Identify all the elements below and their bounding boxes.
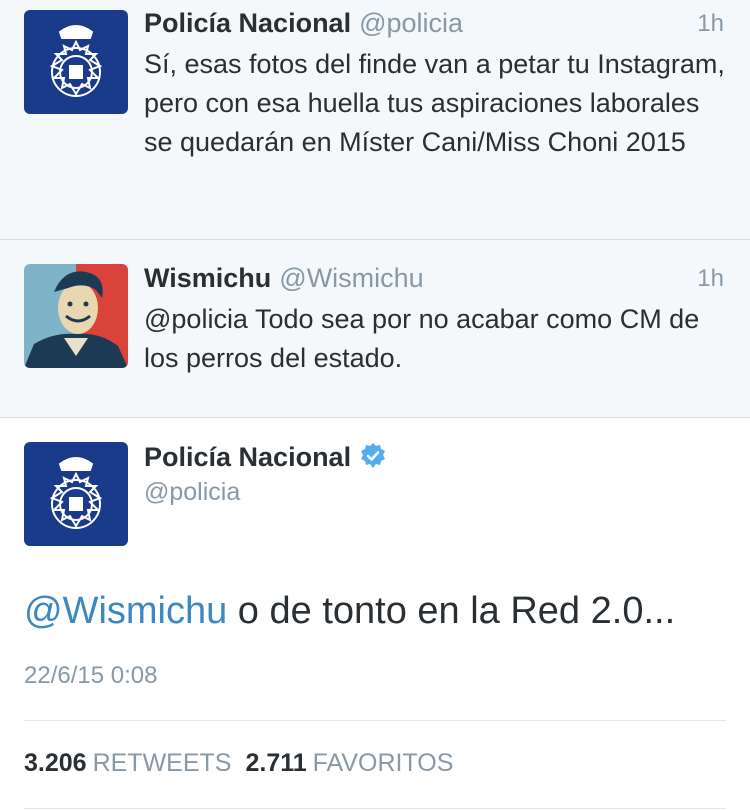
wismichu-avatar[interactable] <box>24 264 128 368</box>
favorites-label: FAVORITOS <box>312 749 454 777</box>
tweet-detail: Policía Nacional @policia @Wismichu o de… <box>0 418 750 811</box>
tweet-time: 1h <box>697 265 724 292</box>
tweet-text: @policia Todo sea por no acabar como CM … <box>144 304 700 373</box>
tweet-stats: 3.206 RETWEETS 2.711 FAVORITOS <box>24 749 467 778</box>
author-name[interactable]: Wismichu <box>144 263 271 293</box>
author-handle[interactable]: @Wismichu <box>279 263 423 293</box>
detail-author-name[interactable]: Policía Nacional <box>144 442 387 473</box>
tweet-policia[interactable]: Policía Nacional @policia 1h Sí, esas fot… <box>0 0 750 240</box>
divider <box>24 808 726 809</box>
mention-link[interactable]: @Wismichu <box>24 590 227 632</box>
verified-badge-icon <box>361 443 386 468</box>
author-name[interactable]: Policía Nacional <box>144 442 351 472</box>
favorites-count: 2.711 <box>245 749 307 777</box>
author-handle[interactable]: @policia <box>359 8 463 38</box>
tweet-text: Sí, esas fotos del finde van a petar tu … <box>144 49 725 157</box>
policia-badge-icon <box>24 10 128 114</box>
detail-tweet-text: @Wismichu o de tonto en la Red 2.0... <box>24 590 675 633</box>
policia-avatar[interactable] <box>24 10 128 114</box>
favorites-stat[interactable]: 2.711 FAVORITOS <box>245 749 467 777</box>
retweets-stat[interactable]: 3.206 RETWEETS <box>24 749 245 777</box>
author-name[interactable]: Policía Nacional <box>144 8 351 38</box>
detail-text-body: o de tonto en la Red 2.0... <box>227 590 676 632</box>
policia-avatar[interactable] <box>24 442 128 546</box>
tweet-wismichu[interactable]: Wismichu @Wismichu 1h @policia Todo sea p… <box>0 240 750 418</box>
wismichu-profile-photo <box>24 264 128 368</box>
retweets-label: RETWEETS <box>92 749 232 777</box>
tweet-timestamp: 22/6/15 0:08 <box>24 662 158 689</box>
divider <box>24 720 726 721</box>
detail-author-handle[interactable]: @policia <box>144 478 240 507</box>
tweet-author[interactable]: Policía Nacional @policia <box>144 8 463 39</box>
policia-badge-icon <box>24 442 128 546</box>
retweets-count: 3.206 <box>24 749 87 777</box>
tweet-author[interactable]: Wismichu @Wismichu <box>144 263 424 294</box>
tweet-time: 1h <box>697 10 724 37</box>
